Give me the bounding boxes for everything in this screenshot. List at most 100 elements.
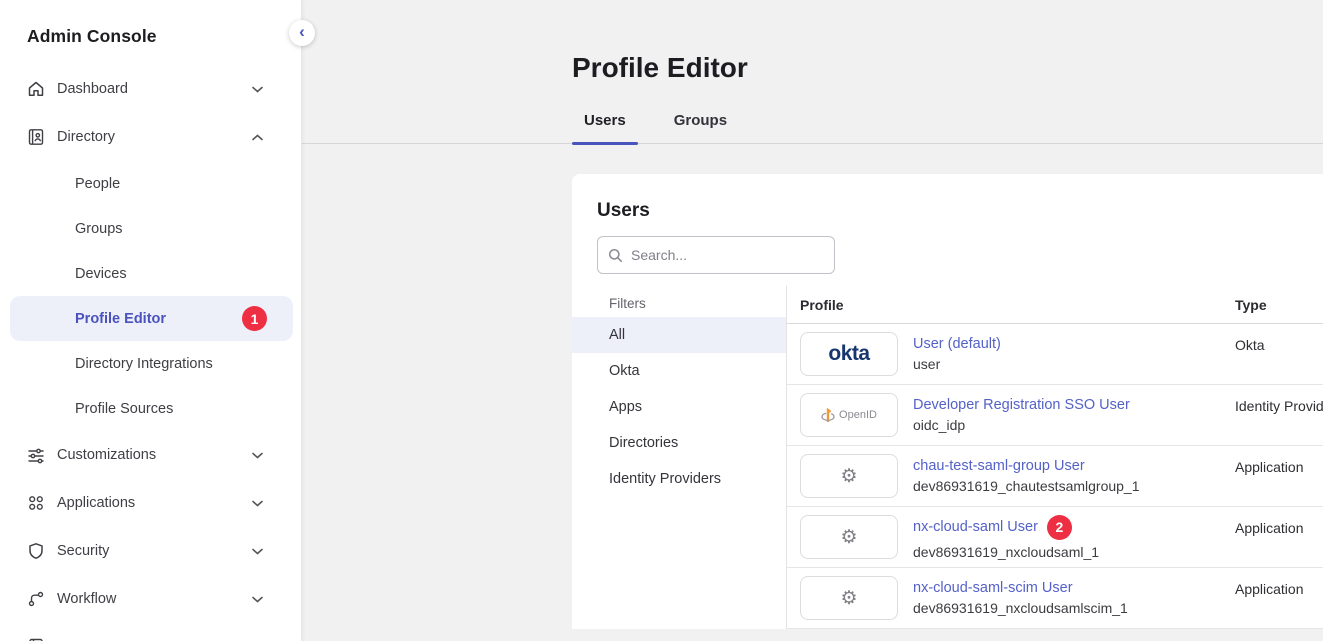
sidebar-item-label: Customizations — [57, 447, 156, 463]
filter-directories[interactable]: Directories — [572, 425, 786, 461]
sidebar-item-label: Directory — [57, 129, 115, 145]
filters-label: Filters — [572, 286, 786, 317]
profile-text: User (default) user — [913, 336, 1001, 372]
sidebar-item-label: People — [75, 176, 120, 192]
profile-cell: ⚙ nx-cloud-saml-scim User dev86931619_nx… — [800, 576, 1235, 620]
app-logo-box: ⚙ — [800, 454, 898, 498]
sidebar-item-label: Workflow — [57, 591, 116, 607]
annotation-badge-1: 1 — [242, 306, 267, 331]
table-row: ⚙ nx-cloud-saml User 2 dev86931619_nxclo… — [787, 507, 1323, 568]
profile-id: user — [913, 356, 1001, 372]
profile-link[interactable]: Developer Registration SSO User — [913, 397, 1130, 413]
profile-link[interactable]: chau-test-saml-group User — [913, 458, 1140, 474]
sidebar-item-profile-sources[interactable]: Profile Sources — [10, 386, 293, 431]
search-box — [597, 236, 835, 274]
tab-groups[interactable]: Groups — [662, 112, 739, 143]
profile-id: oidc_idp — [913, 417, 1130, 433]
openid-logo: OpenID — [800, 393, 898, 437]
sidebar-item-label: Applications — [57, 495, 135, 511]
profile-id: dev86931619_nxcloudsamlscim_1 — [913, 600, 1128, 616]
profile-name: User (default) — [913, 336, 1001, 352]
app-title: Admin Console — [0, 0, 301, 47]
table-row: OpenID Developer Registration SSO User o… — [787, 385, 1323, 446]
page-header: Profile Editor — [302, 0, 1323, 84]
sidebar-item-label: Dashboard — [57, 81, 128, 97]
profile-link[interactable]: nx-cloud-saml User 2 — [913, 515, 1099, 540]
profile-cell: okta User (default) user — [800, 332, 1235, 376]
profile-text: Developer Registration SSO User oidc_idp — [913, 397, 1130, 433]
sidebar-item-customizations[interactable]: Customizations — [0, 431, 301, 479]
chevron-down-icon — [252, 548, 263, 555]
profile-id: dev86931619_chautestsamlgroup_1 — [913, 478, 1140, 494]
filter-all[interactable]: All — [572, 317, 786, 353]
sidebar-item-workflow[interactable]: Workflow — [0, 575, 301, 623]
sliders-icon — [27, 446, 45, 464]
sidebar-item-profile-editor[interactable]: Profile Editor 1 — [10, 296, 293, 341]
filter-label: Directories — [609, 435, 678, 451]
type-cell: Application — [1235, 507, 1323, 536]
id-badge-icon — [27, 128, 45, 146]
chevron-down-icon — [252, 452, 263, 459]
sidebar-item-label: Profile Editor — [75, 311, 166, 327]
profile-name: chau-test-saml-group User — [913, 458, 1085, 474]
profile-name: nx-cloud-saml-scim User — [913, 580, 1073, 596]
panel-title: Users — [572, 174, 1323, 222]
table-row: okta User (default) user Okta — [787, 324, 1323, 385]
sidebar: Admin Console Dashboard Directory People… — [0, 0, 302, 641]
sidebar-item-label: Directory Integrations — [75, 356, 213, 372]
profile-cell: OpenID Developer Registration SSO User o… — [800, 393, 1235, 437]
shield-icon — [27, 542, 45, 560]
sidebar-item-label: Security — [57, 543, 109, 559]
profile-cell: ⚙ nx-cloud-saml User 2 dev86931619_nxclo… — [800, 515, 1235, 560]
sidebar-collapse-button[interactable]: ‹ — [289, 20, 315, 46]
sidebar-nav: Dashboard Directory People Groups Device… — [0, 65, 301, 641]
home-icon — [27, 80, 45, 98]
tab-users[interactable]: Users — [572, 112, 638, 143]
sidebar-item-label: Groups — [75, 221, 123, 237]
column-header-type: Type — [1235, 297, 1323, 313]
gear-icon: ⚙ — [840, 589, 857, 608]
profile-text: chau-test-saml-group User dev86931619_ch… — [913, 458, 1140, 494]
sidebar-item-partial[interactable] — [0, 623, 301, 641]
sidebar-item-dashboard[interactable]: Dashboard — [0, 65, 301, 113]
profile-name: nx-cloud-saml User — [913, 519, 1038, 535]
filter-label: Apps — [609, 399, 642, 415]
main-content: Profile Editor Users Groups Users Filter… — [302, 0, 1323, 641]
page-title: Profile Editor — [572, 52, 1323, 84]
gear-icon: ⚙ — [840, 467, 857, 486]
filter-apps[interactable]: Apps — [572, 389, 786, 425]
app-logo-box: ⚙ — [800, 576, 898, 620]
filter-identity-providers[interactable]: Identity Providers — [572, 461, 786, 497]
sidebar-item-devices[interactable]: Devices — [10, 251, 293, 296]
profile-text: nx-cloud-saml-scim User dev86931619_nxcl… — [913, 580, 1128, 616]
table-row: ⚙ nx-cloud-saml-scim User dev86931619_nx… — [787, 568, 1323, 629]
search-icon — [608, 248, 623, 263]
profile-link[interactable]: nx-cloud-saml-scim User — [913, 580, 1128, 596]
panel-body: Filters All Okta Apps Directories Identi… — [572, 286, 1323, 629]
chevron-down-icon — [252, 500, 263, 507]
tab-label: Groups — [674, 112, 727, 129]
profiles-table: Profile Type okta User (default) user — [787, 286, 1323, 629]
type-cell: Okta — [1235, 324, 1323, 353]
chevron-down-icon — [252, 86, 263, 93]
users-panel: Users Filters All Okta Apps Direct — [572, 174, 1323, 629]
sidebar-item-label: Devices — [75, 266, 127, 282]
filter-okta[interactable]: Okta — [572, 353, 786, 389]
openid-mark-icon — [821, 407, 835, 423]
sidebar-item-applications[interactable]: Applications — [0, 479, 301, 527]
apps-grid-icon — [27, 494, 45, 512]
type-cell: Identity Provider — [1235, 385, 1323, 414]
sidebar-item-directory-integrations[interactable]: Directory Integrations — [10, 341, 293, 386]
reports-icon — [27, 637, 45, 641]
workflow-icon — [27, 590, 45, 608]
sidebar-item-directory[interactable]: Directory — [0, 113, 301, 161]
search-input[interactable] — [631, 247, 824, 263]
sidebar-item-groups[interactable]: Groups — [10, 206, 293, 251]
profile-link[interactable]: User (default) — [913, 336, 1001, 352]
openid-logo-text: OpenID — [839, 409, 877, 421]
filter-label: Okta — [609, 363, 640, 379]
type-cell: Application — [1235, 446, 1323, 475]
sidebar-item-security[interactable]: Security — [0, 527, 301, 575]
table-row: ⚙ chau-test-saml-group User dev86931619_… — [787, 446, 1323, 507]
sidebar-item-people[interactable]: People — [10, 161, 293, 206]
